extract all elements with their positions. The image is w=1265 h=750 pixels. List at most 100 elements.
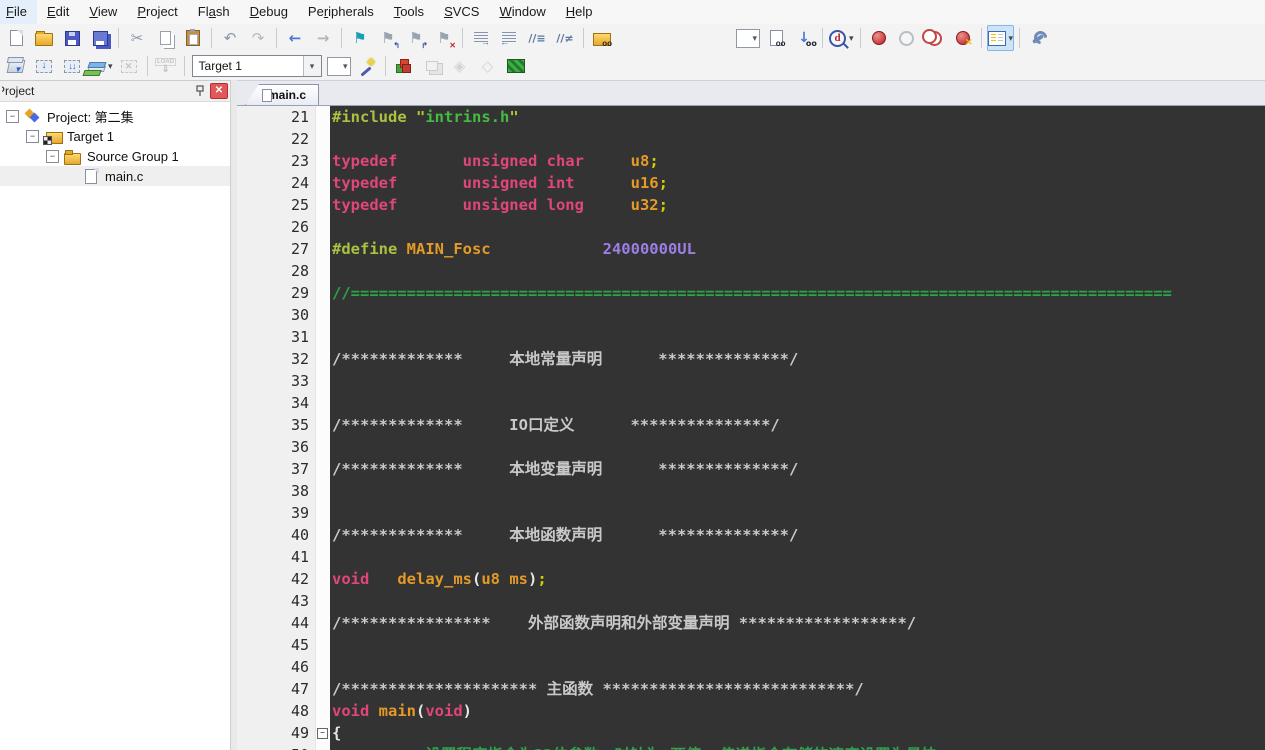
start-stop-debug-icon[interactable]: ▾ <box>828 25 855 51</box>
open-file-icon[interactable] <box>31 25 57 51</box>
tab-main-c[interactable]: main.c <box>245 84 319 105</box>
code-line-34[interactable]: 34 <box>237 392 1265 414</box>
dropdown-caret-icon[interactable]: ▾ <box>108 62 113 71</box>
undo-icon[interactable]: ↶ <box>217 25 243 51</box>
tree-expander-icon[interactable]: − <box>46 150 59 163</box>
code-line-43[interactable]: 43 <box>237 590 1265 612</box>
paste-icon[interactable] <box>180 25 206 51</box>
code-line-35[interactable]: 35/************* IO口定义 ***************/ <box>237 414 1265 436</box>
code-line-45[interactable]: 45 <box>237 634 1265 656</box>
code-line-44[interactable]: 44/**************** 外部函数声明和外部变量声明 ******… <box>237 612 1265 634</box>
menu-item-window[interactable]: Window <box>489 0 555 24</box>
comment-selection-icon[interactable]: //≡ <box>524 25 550 51</box>
code-line-24[interactable]: 24typedef unsigned int u16; <box>237 172 1265 194</box>
unindent-icon[interactable] <box>496 25 522 51</box>
menu-item-peripherals[interactable]: Peripherals <box>298 0 384 24</box>
menu-item-view[interactable]: View <box>79 0 127 24</box>
translate-file-icon[interactable] <box>3 53 29 79</box>
code-line-47[interactable]: 47/********************* 主函数 ***********… <box>237 678 1265 700</box>
code-line-28[interactable]: 28 <box>237 260 1265 282</box>
code-line-38[interactable]: 38 <box>237 480 1265 502</box>
indent-icon[interactable] <box>468 25 494 51</box>
stop-build-icon[interactable] <box>116 53 142 79</box>
code-line-41[interactable]: 41 <box>237 546 1265 568</box>
save-icon[interactable] <box>59 25 85 51</box>
fold-marker-icon[interactable]: − <box>317 728 328 739</box>
code-line-30[interactable]: 30 <box>237 304 1265 326</box>
code-line-37[interactable]: 37/************* 本地变量声明 **************/ <box>237 458 1265 480</box>
code-line-39[interactable]: 39 <box>237 502 1265 524</box>
code-line-50[interactable]: 50 设置程序指令为32位参数，时钟为 两倍 传递指令存储的速度设置为最快 <box>237 744 1265 750</box>
enable-disable-breakpoint-icon[interactable] <box>894 25 920 51</box>
build-icon[interactable] <box>31 53 57 79</box>
code-line-36[interactable]: 36 <box>237 436 1265 458</box>
window-list-icon[interactable]: ▾ <box>987 25 1015 51</box>
small-dropdown[interactable] <box>326 53 352 79</box>
code-line-46[interactable]: 46 <box>237 656 1265 678</box>
cut-icon[interactable]: ✂ <box>124 25 150 51</box>
kill-all-breakpoints-icon[interactable] <box>950 25 976 51</box>
code-line-33[interactable]: 33 <box>237 370 1265 392</box>
insert-breakpoint-icon[interactable] <box>866 25 892 51</box>
code-line-21[interactable]: 21#include "intrins.h" <box>237 106 1265 128</box>
rebuild-all-icon[interactable] <box>59 53 85 79</box>
functions-icon[interactable]: ◇ <box>475 53 501 79</box>
new-file-icon[interactable] <box>3 25 29 51</box>
manage-project-items-icon[interactable] <box>391 53 417 79</box>
tree-expander-icon[interactable]: − <box>6 110 19 123</box>
copy-icon[interactable] <box>152 25 178 51</box>
options-for-target-icon[interactable] <box>354 53 380 79</box>
tree-expander-icon[interactable]: − <box>26 130 39 143</box>
code-editor[interactable]: 21#include "intrins.h"2223typedef unsign… <box>237 106 1265 750</box>
code-line-25[interactable]: 25typedef unsigned long u32; <box>237 194 1265 216</box>
previous-bookmark-icon[interactable]: ↰⚑ <box>375 25 401 51</box>
code-line-32[interactable]: 32/************* 本地常量声明 **************/ <box>237 348 1265 370</box>
dropdown-caret-icon[interactable]: ▾ <box>1009 34 1014 43</box>
code-line-40[interactable]: 40/************* 本地函数声明 **************/ <box>237 524 1265 546</box>
code-line-26[interactable]: 26 <box>237 216 1265 238</box>
pin-icon[interactable] <box>192 84 208 98</box>
insert-bookmark-icon[interactable]: ⚑ <box>347 25 373 51</box>
find-in-files-folder-icon[interactable] <box>589 25 615 51</box>
next-bookmark-icon[interactable]: ↱⚑ <box>403 25 429 51</box>
target-select-combo[interactable]: Target 1▾ <box>192 55 322 77</box>
menu-item-edit[interactable]: Edit <box>37 0 79 24</box>
code-line-29[interactable]: 29//====================================… <box>237 282 1265 304</box>
close-icon[interactable]: ✕ <box>210 83 228 99</box>
tree-item-main-c[interactable]: main.c <box>0 166 230 186</box>
dropdown-caret-icon[interactable]: ▾ <box>849 34 854 43</box>
menu-item-debug[interactable]: Debug <box>240 0 298 24</box>
menu-item-help[interactable]: Help <box>556 0 603 24</box>
disable-all-breakpoints-icon[interactable] <box>922 25 948 51</box>
uncomment-selection-icon[interactable]: //≠ <box>552 25 578 51</box>
download-icon[interactable]: LOAD⇓ <box>153 53 179 79</box>
tree-item-target-1[interactable]: −Target 1 <box>0 126 230 146</box>
configure-icon[interactable] <box>1025 25 1051 51</box>
batch-build-icon[interactable]: ▾ <box>87 53 114 79</box>
menu-item-file[interactable]: File <box>0 0 37 24</box>
navigate-back-icon[interactable]: ← <box>282 25 308 51</box>
component-viewer-icon[interactable]: ◈ <box>447 53 473 79</box>
code-line-49[interactable]: 49−{ <box>237 722 1265 744</box>
find-in-files-icon[interactable] <box>763 25 789 51</box>
navigate-forward-icon[interactable]: → <box>310 25 336 51</box>
incremental-find-icon[interactable]: ↓ <box>791 25 817 51</box>
code-line-27[interactable]: 27#define MAIN_Fosc 24000000UL <box>237 238 1265 260</box>
clear-bookmarks-icon[interactable]: ✕⚑ <box>431 25 457 51</box>
code-line-31[interactable]: 31 <box>237 326 1265 348</box>
books-icon[interactable] <box>503 53 529 79</box>
menu-item-svcs[interactable]: SVCS <box>434 0 489 24</box>
find-text-combo[interactable] <box>735 25 761 51</box>
tree-item-source-group-1[interactable]: −Source Group 1 <box>0 146 230 166</box>
combo-dropdown-icon[interactable]: ▾ <box>303 56 321 76</box>
save-all-icon[interactable] <box>87 25 113 51</box>
redo-icon[interactable]: ↷ <box>245 25 271 51</box>
menu-item-flash[interactable]: Flash <box>188 0 240 24</box>
code-line-42[interactable]: 42void delay_ms(u8 ms); <box>237 568 1265 590</box>
code-line-23[interactable]: 23typedef unsigned char u8; <box>237 150 1265 172</box>
menu-item-project[interactable]: Project <box>127 0 187 24</box>
code-line-22[interactable]: 22 <box>237 128 1265 150</box>
menu-item-tools[interactable]: Tools <box>384 0 434 24</box>
code-line-48[interactable]: 48void main(void) <box>237 700 1265 722</box>
file-extensions-icon[interactable] <box>419 53 445 79</box>
